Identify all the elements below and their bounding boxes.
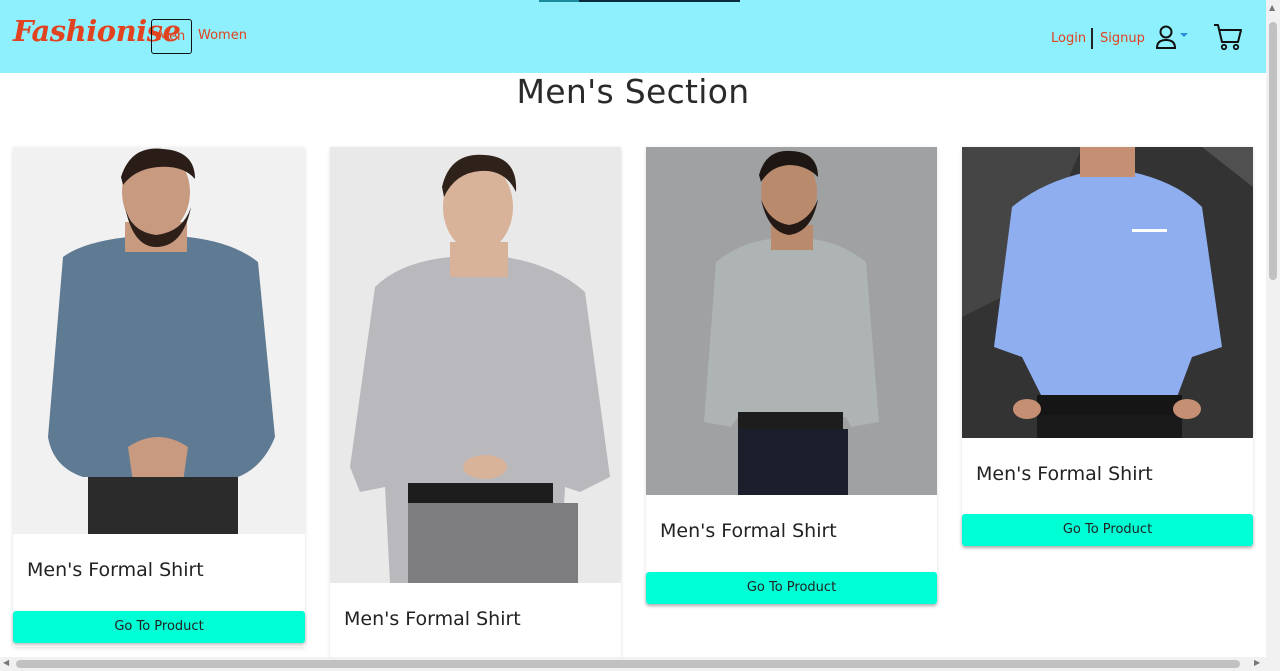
cart-icon[interactable] bbox=[1213, 23, 1243, 51]
product-title: Men's Formal Shirt bbox=[976, 463, 1153, 485]
vertical-scroll-thumb[interactable] bbox=[1269, 22, 1277, 280]
signup-link[interactable]: Signup bbox=[1100, 31, 1145, 46]
page: Fashionise Men Women Login Signup Men's … bbox=[0, 0, 1280, 671]
product-image[interactable] bbox=[330, 147, 621, 583]
divider bbox=[1091, 28, 1093, 49]
product-card: Men's Formal Shirt Go To Product bbox=[13, 147, 305, 647]
horizontal-scrollbar[interactable]: ◀ ▶ bbox=[0, 657, 1266, 671]
caret-down-icon[interactable] bbox=[1180, 33, 1188, 37]
product-title: Men's Formal Shirt bbox=[344, 608, 521, 630]
user-icon[interactable] bbox=[1155, 25, 1191, 49]
product-title: Men's Formal Shirt bbox=[660, 520, 837, 542]
product-image[interactable] bbox=[962, 147, 1253, 438]
scroll-up-icon[interactable]: ▲ bbox=[1269, 3, 1275, 12]
nav-link-women[interactable]: Women bbox=[198, 19, 247, 54]
scroll-left-icon[interactable]: ◀ bbox=[3, 658, 9, 667]
go-to-product-button[interactable]: Go To Product bbox=[646, 572, 937, 604]
go-to-product-button[interactable]: Go To Product bbox=[13, 611, 305, 643]
go-to-product-button[interactable]: Go To Product bbox=[962, 514, 1253, 546]
product-image[interactable] bbox=[13, 147, 305, 534]
product-card: Men's Formal Shirt Go To Product bbox=[962, 147, 1253, 546]
navbar: Fashionise Men Women Login Signup bbox=[0, 0, 1266, 73]
product-card: Men's Formal Shirt Go To Product bbox=[646, 147, 937, 604]
nav-link-men[interactable]: Men bbox=[151, 19, 192, 54]
loading-bar bbox=[539, 0, 740, 2]
product-title: Men's Formal Shirt bbox=[27, 559, 204, 581]
product-card: Men's Formal Shirt bbox=[330, 147, 621, 662]
horizontal-scroll-thumb[interactable] bbox=[16, 660, 1240, 668]
product-image[interactable] bbox=[646, 147, 937, 495]
scroll-right-icon[interactable]: ▶ bbox=[1254, 658, 1260, 667]
page-title: Men's Section bbox=[516, 72, 750, 111]
login-link[interactable]: Login bbox=[1051, 31, 1086, 46]
vertical-scrollbar[interactable]: ▲ bbox=[1266, 0, 1280, 671]
